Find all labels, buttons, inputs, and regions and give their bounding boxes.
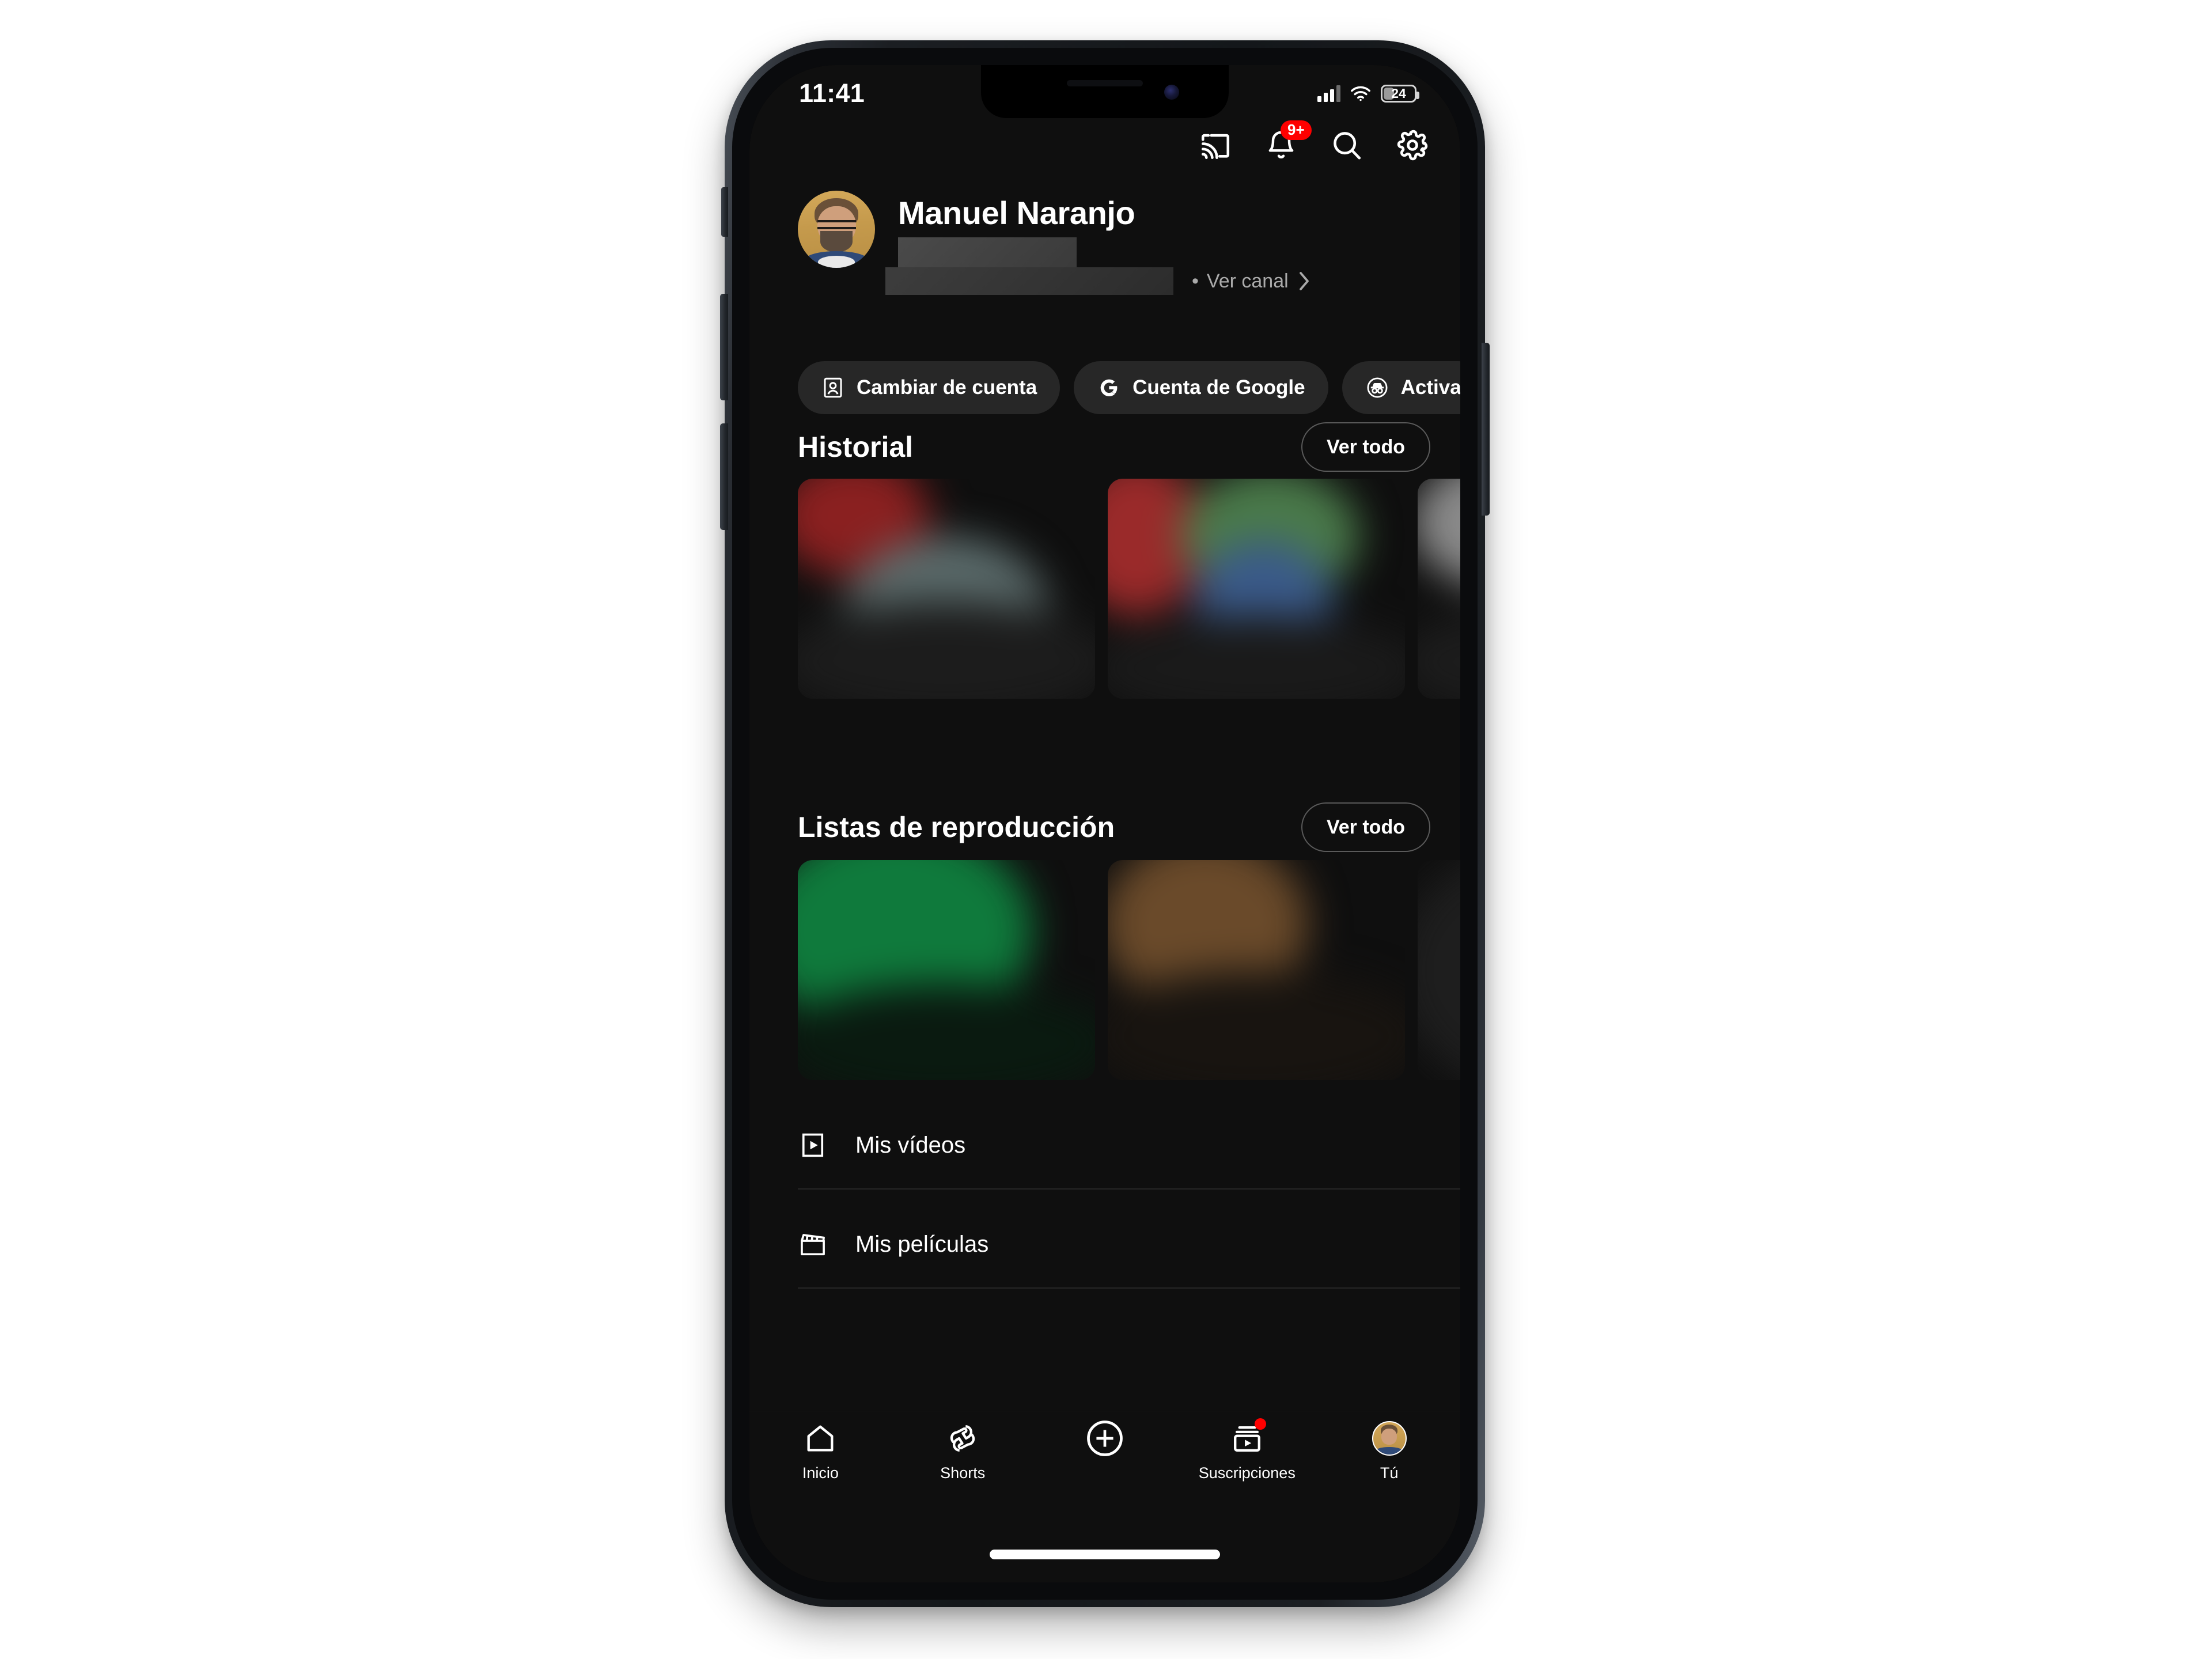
front-camera-icon [1164, 85, 1179, 100]
see-all-button-historial[interactable]: Ver todo [1301, 422, 1430, 472]
nav-item-inicio[interactable]: Inicio [749, 1419, 892, 1482]
status-indicators: 24 [1317, 84, 1419, 103]
notifications-bell-icon[interactable]: 9+ [1263, 120, 1312, 163]
chip-google-account[interactable]: Cuenta de Google [1074, 361, 1328, 414]
search-icon[interactable] [1329, 127, 1365, 163]
nav-label: Inicio [802, 1464, 839, 1482]
mute-switch[interactable] [721, 187, 728, 237]
playlist-thumbnail-rail[interactable] [798, 860, 1460, 1080]
view-channel-label: Ver canal [1206, 270, 1289, 292]
history-thumbnail[interactable] [1418, 479, 1460, 699]
battery-icon: 24 [1381, 84, 1419, 103]
list-item-my-movies[interactable]: Mis películas [798, 1201, 1430, 1287]
section-title: Listas de reproducción [798, 811, 1115, 843]
section-title: Historial [798, 431, 914, 463]
notification-badge: 9+ [1281, 120, 1312, 140]
list-item-my-videos[interactable]: Mis vídeos [798, 1102, 1430, 1188]
phone-bezel: 9+ Manuel Naranjo • Ver canal Cambiar de… [732, 48, 1478, 1600]
subscriptions-icon [1230, 1418, 1266, 1457]
profile-header[interactable]: Manuel Naranjo • Ver canal [798, 191, 1309, 295]
chip-label: Cuenta de Google [1132, 376, 1305, 399]
home-icon [804, 1419, 837, 1457]
my-movies-clapper-icon [801, 1234, 825, 1256]
phone-screen: 9+ Manuel Naranjo • Ver canal Cambiar de… [749, 65, 1460, 1582]
subscriptions-badge-dot [1254, 1418, 1266, 1430]
volume-up-button[interactable] [720, 294, 728, 400]
screenshot-canvas: 9+ Manuel Naranjo • Ver canal Cambiar de… [0, 0, 2212, 1659]
create-plus-icon [1083, 1419, 1127, 1457]
earpiece-speaker [1067, 80, 1143, 86]
bottom-navigation-bar: Inicio Shorts Suscripciones Tú [749, 1411, 1460, 1520]
nav-item-shorts[interactable]: Shorts [892, 1419, 1034, 1482]
list-item-label: Mis películas [855, 1231, 989, 1257]
redaction-bar-secondary [885, 267, 1173, 295]
my-videos-play-icon [802, 1133, 824, 1157]
google-g-icon [1100, 379, 1118, 396]
list-divider [798, 1287, 1460, 1289]
volume-down-button[interactable] [720, 423, 728, 530]
account-action-chips: Cambiar de cuenta Cuenta de Google Activ… [798, 361, 1460, 414]
nav-item-tu[interactable]: Tú [1318, 1419, 1460, 1482]
nav-item-create[interactable] [1034, 1419, 1176, 1464]
power-button[interactable] [1482, 343, 1490, 516]
separator-dot: • [1192, 270, 1199, 292]
wifi-icon [1351, 86, 1370, 101]
nav-item-suscripciones[interactable]: Suscripciones [1176, 1418, 1318, 1482]
profile-text-block: Manuel Naranjo • Ver canal [885, 191, 1309, 295]
playlist-thumbnail[interactable] [1108, 860, 1405, 1080]
chevron-right-icon [1299, 272, 1309, 290]
action-bar: 9+ [1198, 120, 1430, 163]
youtube-app: 9+ Manuel Naranjo • Ver canal Cambiar de… [749, 65, 1460, 1582]
nav-label: Shorts [940, 1464, 986, 1482]
view-channel-link[interactable]: • Ver canal [1192, 270, 1312, 293]
list-divider [798, 1188, 1460, 1190]
notch [981, 65, 1229, 118]
history-thumbnail[interactable] [1108, 479, 1405, 699]
shorts-icon [946, 1419, 979, 1457]
nav-label: Tú [1380, 1464, 1399, 1482]
playlist-thumbnail[interactable] [1418, 860, 1460, 1080]
avatar[interactable] [798, 191, 875, 268]
battery-level: 24 [1391, 85, 1406, 101]
account-avatar-icon [1372, 1419, 1407, 1457]
nav-label: Suscripciones [1198, 1464, 1296, 1482]
handle-redaction-block: • Ver canal [885, 237, 1309, 295]
switch-account-icon [824, 377, 842, 398]
section-header-historial: Historial Ver todo [798, 422, 1430, 472]
section-header-playlists: Listas de reproducción Ver todo [798, 802, 1430, 852]
cast-icon[interactable] [1198, 127, 1233, 163]
history-thumbnail[interactable] [798, 479, 1095, 699]
cellular-signal-icon [1317, 85, 1340, 102]
list-item-label: Mis vídeos [855, 1132, 966, 1158]
display-name: Manuel Naranjo [898, 195, 1135, 231]
chip-label: Cambiar de cuenta [857, 376, 1037, 399]
home-indicator[interactable] [990, 1550, 1220, 1559]
see-all-label: Ver todo [1326, 816, 1405, 838]
chip-switch-account[interactable]: Cambiar de cuenta [798, 361, 1060, 414]
see-all-label: Ver todo [1326, 435, 1405, 458]
chip-incognito[interactable]: Activa [1342, 361, 1460, 414]
see-all-button-playlists[interactable]: Ver todo [1301, 802, 1430, 852]
phone-device-frame: 9+ Manuel Naranjo • Ver canal Cambiar de… [720, 40, 1490, 1607]
status-clock: 11:41 [799, 78, 865, 108]
settings-gear-icon[interactable] [1395, 127, 1430, 163]
playlist-thumbnail[interactable] [798, 860, 1095, 1080]
history-thumbnail-rail[interactable] [798, 479, 1460, 699]
incognito-icon [1367, 377, 1388, 398]
chip-label: Activa [1400, 376, 1460, 399]
